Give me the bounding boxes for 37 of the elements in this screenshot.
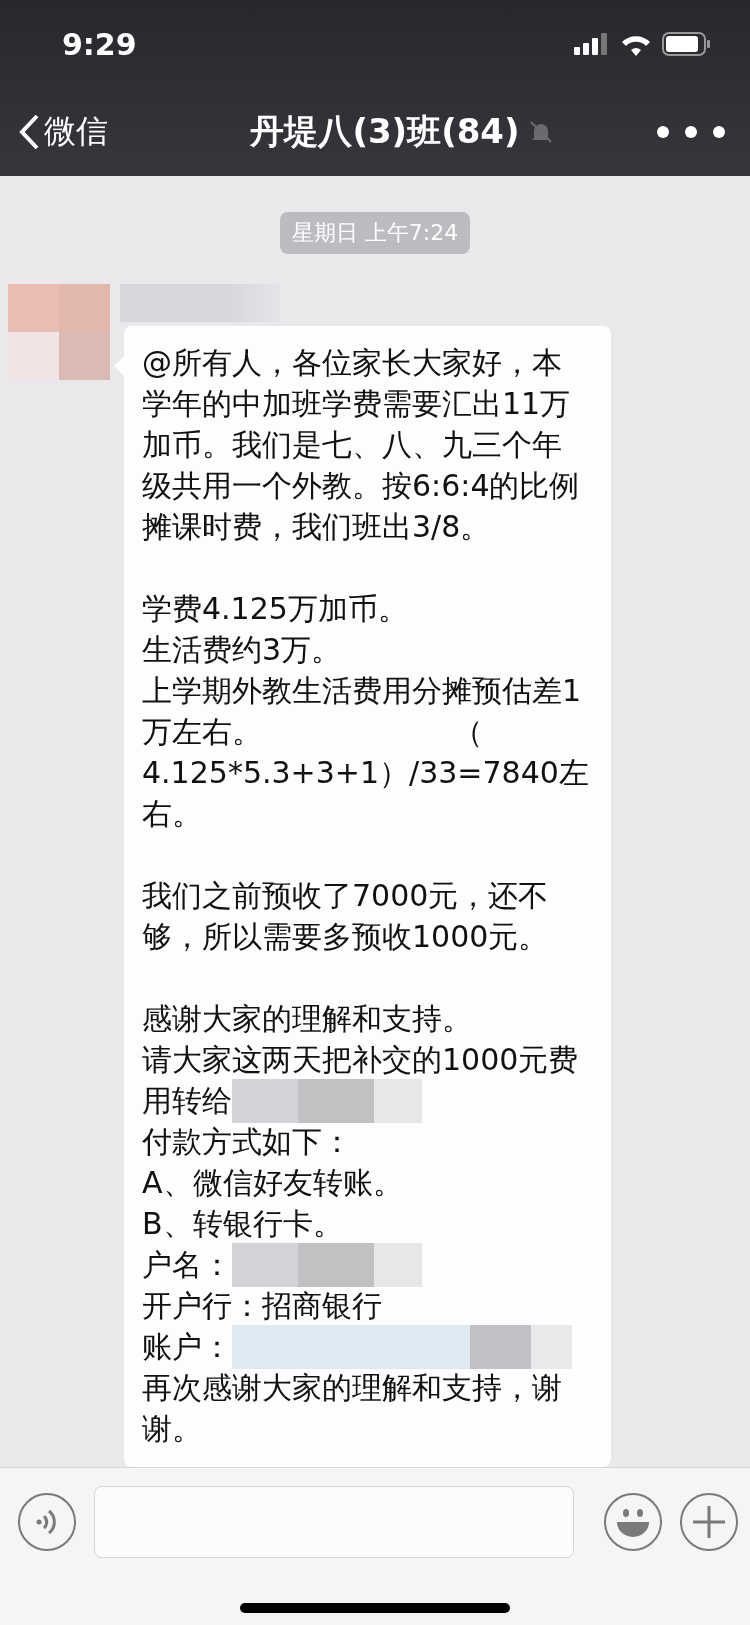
back-link[interactable]: 微信 <box>18 110 108 154</box>
message-line: 学费4.125万加币。 <box>142 590 408 628</box>
message-line: 加币。我们是七、八、九三个年 <box>142 426 562 464</box>
message-line: 摊课时费，我们班出3/8。 <box>142 508 491 546</box>
signal-icon <box>574 33 610 55</box>
message-line: 4.125*5.3+3+1）/33=7840左 <box>142 754 589 792</box>
message-line: 用转给 <box>142 1082 232 1120</box>
more-icon[interactable] <box>656 125 726 139</box>
back-icon <box>18 113 40 151</box>
message-line: 生活费约3万。 <box>142 631 342 669</box>
message-line: 谢。 <box>142 1410 202 1448</box>
plus-button[interactable] <box>680 1493 738 1551</box>
message-line: 感谢大家的理解和支持。 <box>142 1000 472 1038</box>
voice-button[interactable] <box>18 1493 76 1551</box>
message-line: 户名： <box>142 1246 232 1284</box>
message-input[interactable] <box>94 1486 574 1558</box>
message-line: 我们之前预收了7000元，还不 <box>142 877 549 915</box>
message-line: 级共用一个外教。按6:6:4的比例 <box>142 467 580 505</box>
timestamp: 星期日 上午7:24 <box>279 212 471 254</box>
message-line: 够，所以需要多预收1000元。 <box>142 918 549 956</box>
message-line: A、微信好友转账。 <box>142 1164 403 1202</box>
message-line: 万左右。 （ <box>142 713 483 751</box>
status-time: 9:29 <box>62 26 137 62</box>
message-line: 学年的中加班学费需要汇出11万 <box>142 385 571 423</box>
message-line: 账户： <box>142 1328 232 1366</box>
chat-title: 丹堤八(3)班(84) <box>250 110 520 153</box>
message-line: 再次感谢大家的理解和支持，谢 <box>142 1369 562 1407</box>
plus-icon <box>692 1505 726 1539</box>
message-line: 上学期外教生活费用分摊预估差1 <box>142 672 582 710</box>
emoji-button[interactable] <box>604 1493 662 1551</box>
message-line: 付款方式如下： <box>142 1123 352 1161</box>
message-line: 请大家这两天把补交的1000元费 <box>142 1041 579 1079</box>
battery-icon <box>662 32 710 56</box>
message-line: B、转银行卡。 <box>142 1205 343 1243</box>
message-line: @所有人，各位家长大家好，本 <box>142 344 562 382</box>
message-line: 开户行：招商银行 <box>142 1287 382 1325</box>
message-line: 右。 <box>142 795 202 833</box>
